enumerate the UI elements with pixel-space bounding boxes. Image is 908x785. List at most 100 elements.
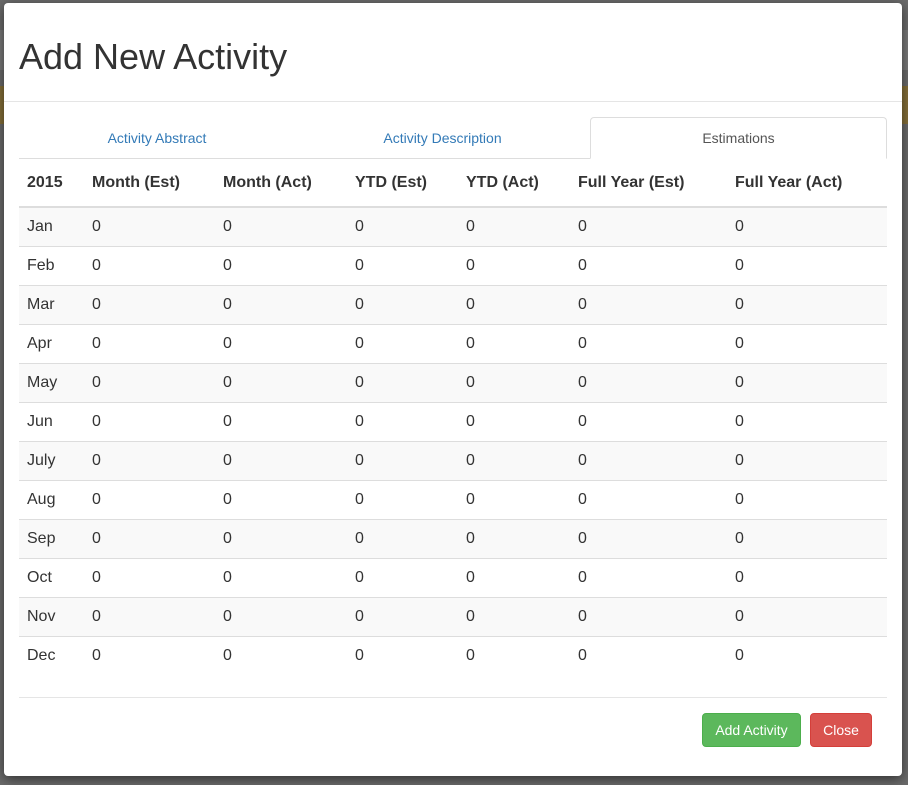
cell-month: Apr bbox=[19, 323, 84, 363]
table-row: Jan 0 0 0 0 0 0 bbox=[19, 207, 887, 246]
cell-full-year-est: 0 bbox=[570, 284, 727, 324]
cell-ytd-est: 0 bbox=[347, 323, 458, 363]
cell-full-year-est: 0 bbox=[570, 557, 727, 597]
cell-full-year-est: 0 bbox=[570, 440, 727, 480]
modal-header: Add New Activity bbox=[4, 3, 902, 102]
header-month-est: Month (Est) bbox=[84, 159, 215, 208]
cell-month-est: 0 bbox=[84, 557, 215, 597]
cell-month-est: 0 bbox=[92, 217, 101, 235]
table-row: July 0 0 0 0 0 0 bbox=[19, 440, 887, 480]
cell-month-act: 0 bbox=[215, 518, 347, 558]
cell-full-year-act: 0 bbox=[727, 557, 887, 597]
cell-full-year-est: 0 bbox=[570, 596, 727, 636]
cell-full-year-est: 0 bbox=[578, 217, 587, 235]
cell-ytd-est: 0 bbox=[347, 245, 458, 285]
table-row: Nov 0 0 0 0 0 0 bbox=[19, 596, 887, 636]
cell-month: May bbox=[19, 362, 84, 402]
add-activity-modal: Add New Activity Activity Abstract Activ… bbox=[4, 3, 902, 776]
cell-ytd-act: 0 bbox=[458, 284, 570, 324]
cell-ytd-est: 0 bbox=[347, 362, 458, 402]
cell-month: Oct bbox=[19, 557, 84, 597]
cell-ytd-act: 0 bbox=[458, 518, 570, 558]
cell-full-year-act: 0 bbox=[727, 401, 887, 441]
cell-month-act: 0 bbox=[215, 635, 347, 675]
cell-full-year-est: 0 bbox=[570, 245, 727, 285]
cell-full-year-act: 0 bbox=[727, 440, 887, 480]
table-row: May 0 0 0 0 0 0 bbox=[19, 362, 887, 402]
add-activity-button[interactable]: Add Activity bbox=[702, 713, 801, 747]
tab-activity-abstract[interactable]: Activity Abstract bbox=[19, 117, 295, 158]
tab-estimations[interactable]: Estimations bbox=[590, 117, 887, 159]
cell-month-act: 0 bbox=[215, 479, 347, 519]
cell-month-est: 0 bbox=[84, 362, 215, 402]
cell-full-year-est: 0 bbox=[570, 518, 727, 558]
cell-month-act: 0 bbox=[223, 217, 232, 235]
cell-month: Aug bbox=[19, 479, 84, 519]
cell-month-est: 0 bbox=[84, 323, 215, 363]
cell-month-act: 0 bbox=[215, 323, 347, 363]
cell-month: Sep bbox=[19, 518, 84, 558]
cell-ytd-est: 0 bbox=[347, 479, 458, 519]
cell-ytd-act: 0 bbox=[458, 323, 570, 363]
cell-month-est: 0 bbox=[84, 245, 215, 285]
cell-month-act: 0 bbox=[215, 284, 347, 324]
close-button[interactable]: Close bbox=[810, 713, 872, 747]
cell-month-act: 0 bbox=[215, 440, 347, 480]
cell-ytd-est: 0 bbox=[347, 518, 458, 558]
header-ytd-est: YTD (Est) bbox=[347, 159, 458, 208]
cell-full-year-est: 0 bbox=[570, 323, 727, 363]
cell-month-est: 0 bbox=[84, 479, 215, 519]
cell-month: Feb bbox=[19, 245, 84, 285]
cell-ytd-act: 0 bbox=[458, 596, 570, 636]
cell-ytd-act: 0 bbox=[458, 401, 570, 441]
cell-full-year-est: 0 bbox=[570, 362, 727, 402]
cell-month-est: 0 bbox=[84, 596, 215, 636]
cell-ytd-est: 0 bbox=[347, 596, 458, 636]
table-row: Feb 0 0 0 0 0 0 bbox=[19, 245, 887, 285]
cell-full-year-act: 0 bbox=[727, 323, 887, 363]
cell-month: Dec bbox=[19, 635, 84, 675]
header-ytd-act: YTD (Act) bbox=[458, 159, 570, 208]
cell-ytd-act: 0 bbox=[458, 245, 570, 285]
table-header-row: 2015 Month (Est) Month (Act) YTD (Est) Y… bbox=[19, 159, 887, 208]
table-body: Jan 0 0 0 0 0 0 Feb 0 0 0 0 0 0 Mar 0 0 0 0 0 0 Apr 0 0 0 0 0 0 May 0… bbox=[19, 207, 887, 675]
cell-month-est: 0 bbox=[84, 284, 215, 324]
cell-full-year-act: 0 bbox=[727, 284, 887, 324]
header-full-year-est: Full Year (Est) bbox=[570, 159, 727, 208]
cell-ytd-est: 0 bbox=[347, 440, 458, 480]
cell-ytd-act: 0 bbox=[458, 635, 570, 675]
cell-full-year-act: 0 bbox=[727, 596, 887, 636]
cell-month-est: 0 bbox=[84, 518, 215, 558]
table-row: Oct 0 0 0 0 0 0 bbox=[19, 557, 887, 597]
table-row: Jun 0 0 0 0 0 0 bbox=[19, 401, 887, 441]
cell-ytd-est: 0 bbox=[347, 635, 458, 675]
table-row: Mar 0 0 0 0 0 0 bbox=[19, 284, 887, 324]
cell-month-act: 0 bbox=[215, 245, 347, 285]
cell-month: July bbox=[19, 440, 84, 480]
table-row: Apr 0 0 0 0 0 0 bbox=[19, 323, 887, 363]
cell-month: Jun bbox=[19, 401, 84, 441]
cell-month: Nov bbox=[19, 596, 84, 636]
estimations-table: 2015 Month (Est) Month (Act) YTD (Est) Y… bbox=[19, 159, 887, 675]
cell-ytd-act: 0 bbox=[466, 217, 475, 235]
cell-full-year-act: 0 bbox=[727, 245, 887, 285]
cell-ytd-est: 0 bbox=[347, 284, 458, 324]
header-year: 2015 bbox=[19, 159, 84, 208]
cell-ytd-act: 0 bbox=[458, 440, 570, 480]
cell-month: Jan bbox=[27, 217, 53, 235]
cell-month-est: 0 bbox=[84, 440, 215, 480]
tab-bar: Activity Abstract Activity Description E… bbox=[19, 117, 887, 159]
cell-month-act: 0 bbox=[215, 557, 347, 597]
cell-full-year-act: 0 bbox=[727, 362, 887, 402]
cell-month-act: 0 bbox=[215, 362, 347, 402]
table-row: Sep 0 0 0 0 0 0 bbox=[19, 518, 887, 558]
tab-activity-description[interactable]: Activity Description bbox=[295, 117, 590, 158]
table-row: Aug 0 0 0 0 0 0 bbox=[19, 479, 887, 519]
header-month-act: Month (Act) bbox=[215, 159, 347, 208]
cell-ytd-act: 0 bbox=[458, 362, 570, 402]
cell-month: Mar bbox=[19, 284, 84, 324]
cell-ytd-act: 0 bbox=[458, 479, 570, 519]
cell-full-year-act: 0 bbox=[735, 217, 744, 235]
cell-full-year-est: 0 bbox=[570, 401, 727, 441]
cell-full-year-act: 0 bbox=[727, 479, 887, 519]
